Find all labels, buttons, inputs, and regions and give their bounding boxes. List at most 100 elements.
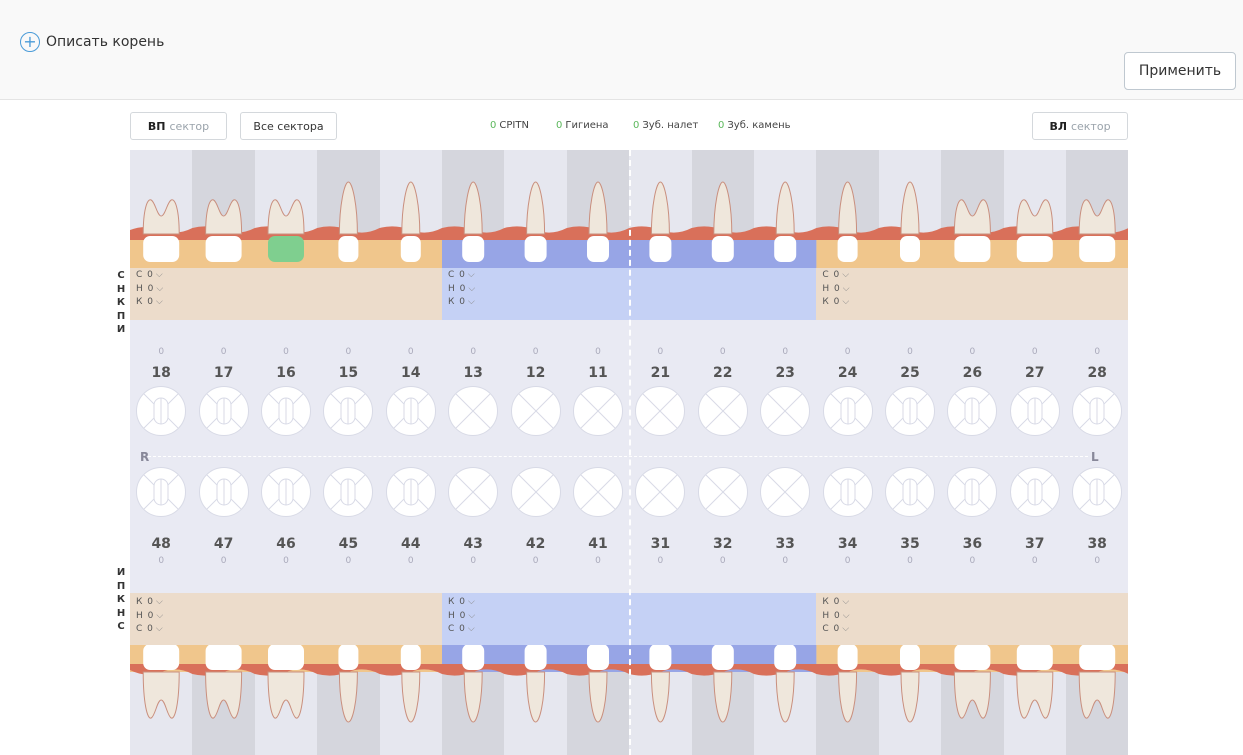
- tooth-surface-upper[interactable]: [946, 385, 998, 437]
- level-select[interactable]: Н 0 ⌵: [136, 610, 164, 624]
- stat-value: 0: [556, 120, 563, 131]
- tooth-number: 43: [463, 536, 483, 552]
- tooth-root: [650, 671, 670, 723]
- tooth-surface-lower[interactable]: [385, 466, 437, 518]
- apply-button[interactable]: Применить: [1124, 52, 1236, 90]
- tooth-surface-upper[interactable]: [572, 385, 624, 437]
- tooth-root: [205, 671, 243, 719]
- chevron-down-icon: ⌵: [155, 297, 164, 307]
- tooth-root: [1078, 199, 1116, 235]
- tooth-surface-lower[interactable]: [634, 466, 686, 518]
- tooth-surface-lower[interactable]: [1009, 466, 1061, 518]
- describe-root-button[interactable]: + Описать корень: [20, 32, 164, 52]
- tooth-surface-lower[interactable]: [447, 466, 499, 518]
- tooth-root: [650, 181, 670, 235]
- tooth-surface-upper[interactable]: [759, 385, 811, 437]
- tooth-surface-icon: [198, 467, 249, 517]
- tooth-surface-upper[interactable]: [1071, 385, 1123, 437]
- tooth-root: [401, 671, 421, 723]
- tooth-zero-value: 0: [907, 347, 913, 357]
- tooth-surface-lower[interactable]: [884, 466, 936, 518]
- level-select[interactable]: Н 0 ⌵: [822, 283, 850, 297]
- tooth-surface-upper[interactable]: [822, 385, 874, 437]
- level-select[interactable]: С 0 ⌵: [448, 623, 476, 637]
- tooth-surface-lower[interactable]: [946, 466, 998, 518]
- tooth-surface-upper[interactable]: [385, 385, 437, 437]
- level-select[interactable]: С 0 ⌵: [136, 269, 164, 283]
- tooth-surface-upper[interactable]: [634, 385, 686, 437]
- level-select[interactable]: С 0 ⌵: [822, 623, 850, 637]
- level-select[interactable]: С 0 ⌵: [448, 269, 476, 283]
- tooth-zero-value: 0: [1031, 347, 1038, 357]
- tooth-surface-upper[interactable]: [260, 385, 312, 437]
- level-select[interactable]: К 0 ⌵: [448, 296, 476, 310]
- tooth-surface-lower[interactable]: [198, 466, 250, 518]
- tooth-zero-value: 0: [345, 556, 352, 566]
- tooth-root: [775, 181, 795, 235]
- upper-right-sector-button[interactable]: ВП сектор: [130, 112, 227, 140]
- level-select[interactable]: К 0 ⌵: [822, 596, 850, 610]
- stat-label: Зуб. камень: [727, 120, 791, 131]
- tooth-surface-upper[interactable]: [198, 385, 250, 437]
- chevron-down-icon: ⌵: [467, 297, 476, 307]
- level-select[interactable]: Н 0 ⌵: [448, 283, 476, 297]
- level-select[interactable]: К 0 ⌵: [822, 296, 850, 310]
- tooth-zero-value: 0: [844, 556, 851, 566]
- row-label-k: К: [116, 594, 126, 605]
- tooth-surface-lower[interactable]: [822, 466, 874, 518]
- level-select[interactable]: Н 0 ⌵: [822, 610, 850, 624]
- tooth-number: 27: [1025, 365, 1045, 381]
- upper-left-sector-button[interactable]: ВЛ сектор: [1032, 112, 1128, 140]
- tooth-zero-value: 0: [719, 347, 726, 357]
- tooth-zero-value: 0: [220, 556, 227, 566]
- tooth-surface-lower[interactable]: [1071, 466, 1123, 518]
- sector-level-band: [816, 593, 1128, 645]
- tooth-number: 17: [213, 365, 234, 381]
- level-select[interactable]: Н 0 ⌵: [448, 610, 476, 624]
- tooth-crown: [143, 236, 180, 262]
- tooth-surface-upper[interactable]: [697, 385, 749, 437]
- tooth-surface-upper[interactable]: [510, 385, 562, 437]
- tooth-root: [463, 671, 483, 723]
- tooth-number: 38: [1087, 536, 1107, 552]
- tooth-surface-lower[interactable]: [572, 466, 624, 518]
- tooth-number: 34: [837, 536, 858, 552]
- tooth-number: 45: [338, 536, 359, 552]
- tooth-surface-lower[interactable]: [135, 466, 187, 518]
- tooth-surface-upper[interactable]: [135, 385, 187, 437]
- tooth-number: 47: [213, 536, 234, 552]
- tooth-surface-lower[interactable]: [322, 466, 374, 518]
- row-label-k: К: [116, 297, 126, 308]
- level-select[interactable]: К 0 ⌵: [136, 296, 164, 310]
- tooth-surface-lower[interactable]: [510, 466, 562, 518]
- tooth-surface-lower[interactable]: [697, 466, 749, 518]
- tooth-surface-lower[interactable]: [260, 466, 312, 518]
- stat-cpitn: 0 CPITN: [490, 120, 529, 131]
- tooth-number: 28: [1087, 365, 1107, 381]
- all-sectors-button[interactable]: Все сектора: [240, 112, 337, 140]
- level-select[interactable]: К 0 ⌵: [448, 596, 476, 610]
- chevron-down-icon: ⌵: [467, 597, 476, 607]
- tooth-surface-upper[interactable]: [447, 385, 499, 437]
- sector-sub: сектор: [169, 119, 210, 133]
- tooth-surface-lower[interactable]: [759, 466, 811, 518]
- tooth-surface-x-icon: [760, 467, 811, 517]
- level-select[interactable]: Н 0 ⌵: [136, 283, 164, 297]
- level-select[interactable]: С 0 ⌵: [822, 269, 850, 283]
- chevron-down-icon: ⌵: [842, 283, 851, 294]
- tooth-zero-value: 0: [407, 347, 414, 357]
- top-bar: + Описать корень Применить: [0, 0, 1243, 100]
- chevron-down-icon: ⌵: [155, 597, 164, 607]
- stat-label: CPITN: [499, 120, 529, 131]
- tooth-surface-x-icon: [760, 386, 811, 436]
- tooth-surface-upper[interactable]: [322, 385, 374, 437]
- row-label-p: П: [116, 310, 126, 322]
- tooth-surface-x-icon: [697, 467, 748, 517]
- tooth-surface-icon: [261, 386, 311, 436]
- tooth-surface-upper[interactable]: [1009, 385, 1061, 437]
- tooth-crown: [837, 644, 858, 670]
- level-select[interactable]: К 0 ⌵: [136, 596, 164, 610]
- level-select[interactable]: С 0 ⌵: [136, 623, 164, 637]
- tooth-surface-upper[interactable]: [884, 385, 936, 437]
- tooth-root: [953, 671, 991, 719]
